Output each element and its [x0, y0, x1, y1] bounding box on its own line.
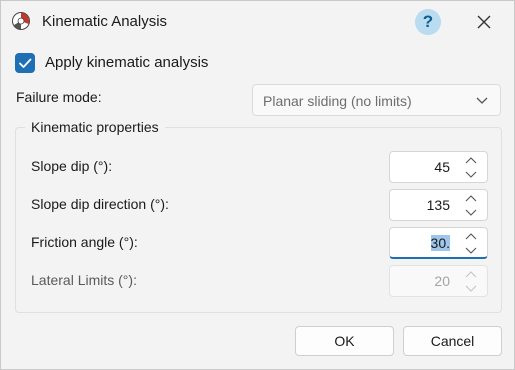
chevron-down-icon — [476, 97, 488, 104]
chevron-up-icon[interactable] — [464, 232, 478, 242]
ok-button[interactable]: OK — [295, 326, 394, 356]
chevron-down-icon[interactable] — [464, 169, 478, 179]
slope-dip-spinbox[interactable]: 45 — [389, 151, 488, 183]
close-icon[interactable] — [473, 11, 495, 33]
slope-dip-value[interactable]: 45 — [434, 159, 450, 175]
chevron-up-icon — [465, 271, 477, 278]
lateral-limits-label: Lateral Limits (°): — [31, 272, 137, 288]
slope-dip-direction-value[interactable]: 135 — [427, 197, 450, 213]
window-title: Kinematic Analysis — [42, 13, 168, 30]
friction-angle-label: Friction angle (°): — [31, 234, 138, 250]
lateral-limits-value: 20 — [434, 273, 450, 289]
slope-dip-label: Slope dip (°): — [31, 158, 113, 174]
help-button[interactable]: ? — [415, 9, 441, 35]
chevron-up-icon[interactable] — [464, 194, 478, 204]
apply-kinematic-checkbox[interactable] — [15, 53, 35, 73]
app-logo-icon — [12, 12, 30, 30]
checkmark-icon — [19, 58, 32, 68]
failure-mode-value: Planar sliding (no limits) — [263, 93, 412, 109]
apply-kinematic-label[interactable]: Apply kinematic analysis — [45, 54, 208, 71]
lateral-limits-spinbox: 20 — [389, 265, 488, 297]
chevron-down-icon[interactable] — [464, 245, 478, 255]
friction-angle-spinbox[interactable]: 30. — [389, 227, 488, 259]
chevron-down-icon[interactable] — [464, 207, 478, 217]
slope-dip-direction-spinbox[interactable]: 135 — [389, 189, 488, 221]
friction-angle-value[interactable]: 30. — [430, 235, 450, 251]
dialog-window: Kinematic Analysis ? Apply kinematic ana… — [0, 0, 515, 370]
friction-angle-value-wrap[interactable]: 30. — [430, 235, 450, 251]
cancel-button[interactable]: Cancel — [403, 326, 502, 356]
chevron-up-icon[interactable] — [464, 156, 478, 166]
failure-mode-dropdown[interactable]: Planar sliding (no limits) — [252, 84, 501, 116]
slope-dip-direction-label: Slope dip direction (°): — [31, 196, 169, 212]
title-bar: Kinematic Analysis ? — [1, 1, 514, 43]
group-title: Kinematic properties — [25, 119, 165, 135]
failure-mode-label: Failure mode: — [16, 89, 102, 105]
chevron-down-icon — [465, 285, 477, 292]
